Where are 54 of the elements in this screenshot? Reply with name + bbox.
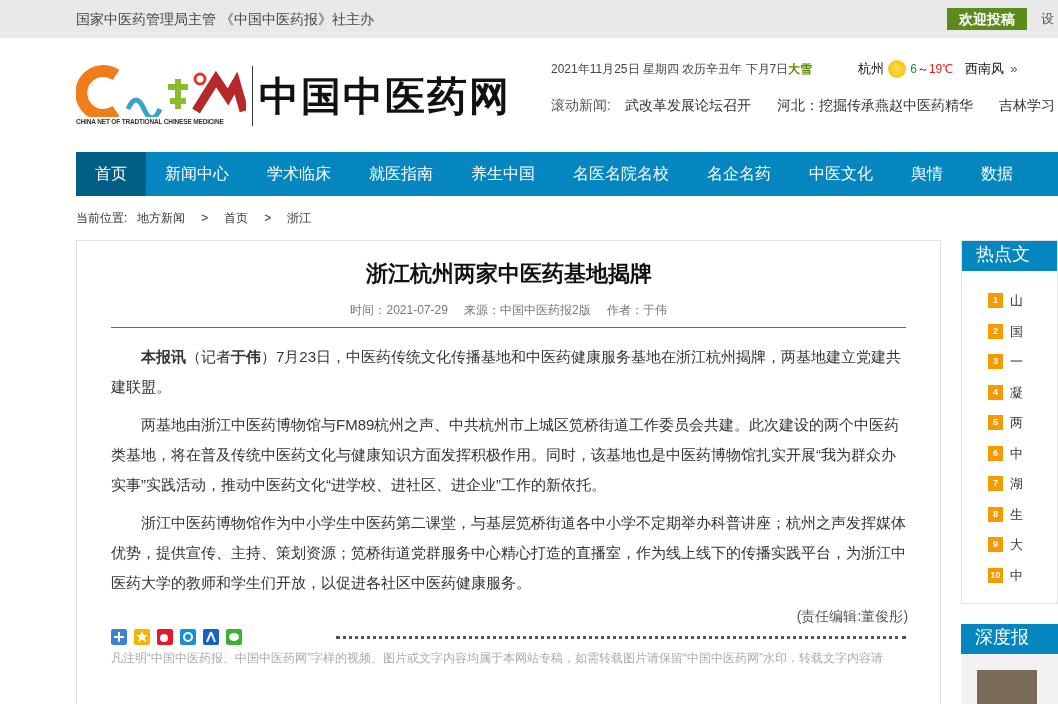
hot-article-link[interactable]: 生 (1010, 504, 1024, 524)
sun-icon (888, 60, 907, 78)
breadcrumb-separator: > (201, 210, 209, 227)
breadcrumb-separator: > (264, 210, 272, 227)
ticker-news-link[interactable]: 吉林学习 (998, 95, 1055, 116)
breadcrumb-label: 当前位置: (76, 210, 128, 227)
article-meta: 时间：2021-07-29 (350, 302, 448, 319)
rank-number: 4 (988, 384, 1004, 400)
rank-number: 1 (988, 293, 1004, 309)
nav-tab[interactable]: 首页 (76, 152, 146, 196)
ticker-news-link[interactable]: 武改革发展论坛召开 (624, 95, 751, 116)
hot-article-link[interactable]: 大 (1010, 535, 1024, 555)
article-meta: 作者：于伟 (606, 302, 667, 319)
temperature-text: 6～19℃ (910, 61, 954, 78)
rank-number: 7 (988, 476, 1004, 492)
wind-text: 西南风 (965, 60, 1005, 79)
rank-number: 8 (988, 506, 1004, 522)
city-text: 杭州 (858, 60, 885, 79)
rank-number: 2 (988, 323, 1004, 339)
homepage-link[interactable]: 设 (1041, 9, 1054, 29)
ticker-news-link[interactable]: 河北：挖掘传承燕赵中医药精华 (776, 95, 973, 116)
sponsor-text: 国家中医药管理局主管 《中国中医药报》社主办 (76, 9, 374, 29)
hot-article-link[interactable]: 山 (1010, 291, 1024, 311)
hot-header: 热点文 (962, 241, 1057, 271)
article-paragraph: 两基地由浙江中医药博物馆与FM89杭州之声、中共杭州市上城区笕桥街道工作委员会共建。此次建设的两个中医药类基地，将在普及传统中医药文化与健康知识方面发挥积极作用。同时，该基地也是中医药博物馆扎实开展“我为群众办实事”实践活动，推动中医药文化“进学校、进社区、进企业”工作的新依托。 (111, 415, 901, 495)
article-meta: 来源：中国中医药报2版 (463, 302, 591, 319)
rank-number: 3 (988, 354, 1004, 370)
hot-article-link[interactable]: 凝 (1010, 382, 1024, 402)
editor-text: (责任编辑:董俊彤) (796, 607, 909, 626)
hot-article-link[interactable]: 湖 (1010, 474, 1024, 494)
rank-number: 5 (988, 415, 1004, 431)
article-paragraph: 本报讯（记者于伟）7月23日，中医药传统文化传播基地和中医药健康服务基地在浙江杭州揭牌，两基地建立党建共建联盟。 (111, 347, 903, 397)
date-text: 2021年11月25日 星期四 农历辛丑年 下月7日大雪 (551, 61, 813, 78)
breadcrumb-link[interactable]: 浙江 (287, 209, 312, 227)
copyright-notice: 凡注明“中国中医药报、中国中医药网”字样的视频、图片或文字内容均属于本网站专稿，如需转载图片请保留“中国中医药网”水印，转载文字内容请 (111, 650, 884, 667)
photo-placeholder (977, 670, 1038, 704)
article-title: 浙江杭州两家中医药基地揭牌 (364, 260, 653, 288)
rank-number: 10 (988, 567, 1004, 583)
ticker-label: 滚动新闻: (551, 96, 611, 115)
hot-article-link[interactable]: 中 (1010, 565, 1024, 585)
breadcrumb-link[interactable]: 首页 (224, 209, 249, 227)
depth-header: 深度报 (961, 624, 1058, 654)
logo-name: 中国中医药网 (259, 71, 511, 121)
breadcrumb-link[interactable]: 地方新闻 (137, 209, 186, 227)
hot-article-link[interactable]: 两 (1010, 413, 1024, 433)
rank-number: 6 (988, 445, 1004, 461)
share-plus-icon[interactable] (111, 629, 127, 645)
article-paragraph: 浙江中医药博物馆作为中小学生中医药第二课堂，与基层笕桥街道各中小学不定期举办科普讲座；杭州之声发挥媒体优势，提供宣传、主持、策划资源；笕桥街道党群服务中心精心打造的直播室，作为线上线下的传播实践平台，为浙江中医药大学的教师和学生们开放，以促进各社区中医药健康服务。 (111, 513, 907, 593)
hot-article-link[interactable]: 一 (1010, 352, 1024, 372)
rank-number: 9 (988, 537, 1004, 553)
submit-button[interactable]: 欢迎投稿 (947, 8, 1027, 30)
hot-article-link[interactable]: 国 (1010, 321, 1024, 341)
hot-article-link[interactable]: 中 (1010, 443, 1024, 463)
more-link[interactable]: » (1010, 59, 1018, 79)
